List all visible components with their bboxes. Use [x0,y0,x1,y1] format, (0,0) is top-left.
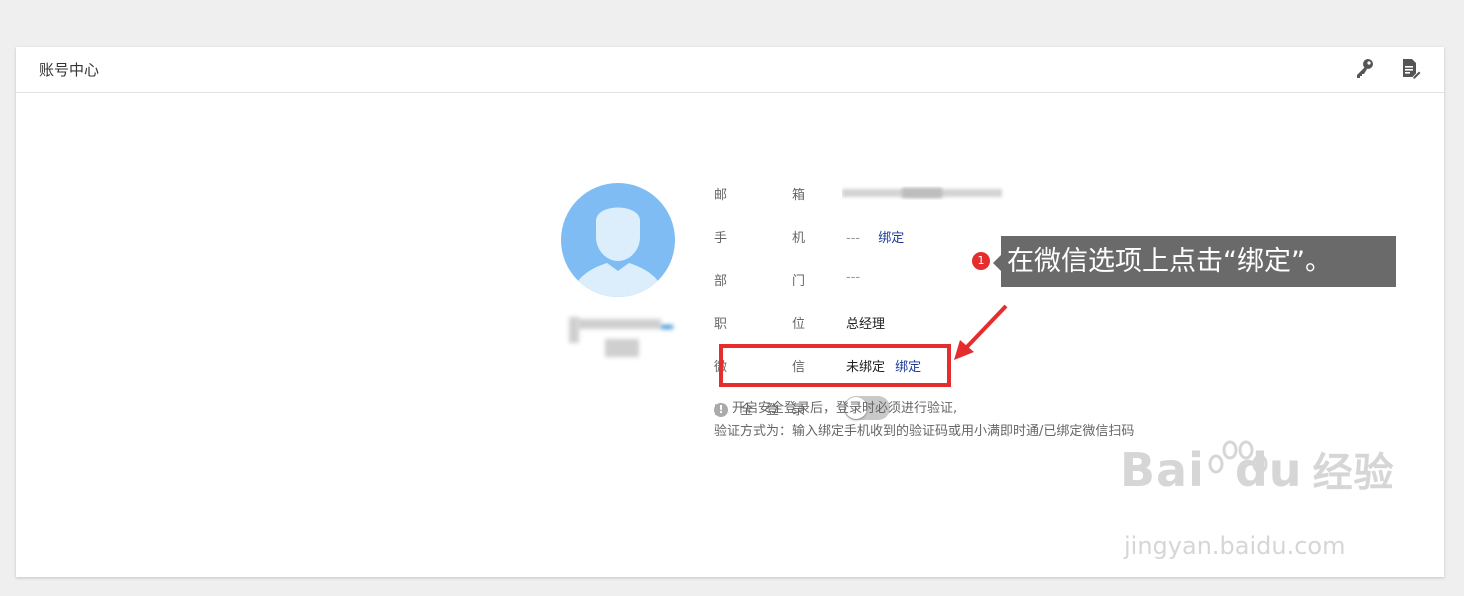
label-char: 门 [792,274,806,289]
label-char: 邮 [714,188,728,203]
label-char: 部 [714,274,728,289]
watermark-url: jingyan.baidu.com [1124,532,1346,560]
callout-notch [993,255,1001,271]
notice-line-1: 开启安全登录后，登录时必须进行验证, [732,401,958,416]
email-row: 邮 箱 [714,176,1214,206]
baidu-paw-icon [1208,440,1268,474]
avatar[interactable] [561,183,675,297]
edit-document-icon[interactable] [1399,57,1422,80]
pointer-arrow-icon [954,304,1008,360]
watermark-brand-suffix: 经验 [1312,450,1395,496]
watermark-brand: Bai [1120,443,1205,497]
label-char: 位 [792,317,806,332]
key-icon[interactable] [1354,57,1376,79]
card-header: 账号中心 [16,47,1444,93]
wechat-highlight-box [719,344,951,387]
label-char: 职 [714,317,728,332]
label-char: 手 [714,231,728,246]
position-value: 总经理 [846,317,886,332]
bind-phone-link[interactable]: 绑定 [878,231,904,246]
exclamation-icon: ! [714,403,728,417]
label-char: 箱 [792,188,806,203]
step-badge: 1 [972,252,990,270]
email-value-blurred [842,186,1022,204]
secure-login-notice: ! 开启安全登录后，登录时必须进行验证, 验证方式为：输入绑定手机收到的验证码或用… [714,397,1134,443]
label-char: 机 [792,231,806,246]
page-title: 账号中心 [39,61,100,79]
instruction-callout: 在微信选项上点击“绑定”。 [1001,236,1396,287]
user-name-blurred [569,311,673,361]
baidu-watermark: Bai du 经验 jingyan.baidu.com [1120,440,1395,560]
phone-value: --- [846,231,861,246]
notice-line-2: 验证方式为：输入绑定手机收到的验证码或用小满即时通/已绑定微信扫码 [714,424,1135,439]
department-value: --- [846,270,861,285]
